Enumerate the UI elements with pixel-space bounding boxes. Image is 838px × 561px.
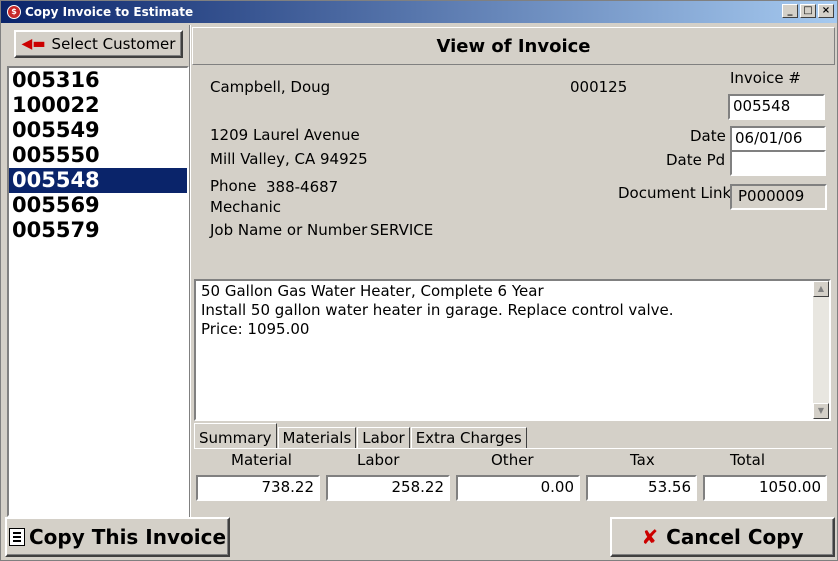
- arrow-left-icon: ◀▬: [21, 36, 46, 52]
- tab-extra-charges[interactable]: Extra Charges: [410, 427, 527, 449]
- grand-total-field[interactable]: 1050.00: [703, 475, 827, 501]
- tab-labor[interactable]: Labor: [357, 427, 410, 449]
- panel-divider: [189, 25, 191, 517]
- customer-number: 000125: [570, 78, 628, 96]
- page-title: View of Invoice: [436, 35, 591, 57]
- scroll-down-icon[interactable]: ▼: [813, 403, 829, 419]
- memo-line: 50 Gallon Gas Water Heater, Complete 6 Y…: [201, 282, 544, 300]
- memo-scrollbar[interactable]: ▲ ▼: [813, 281, 829, 419]
- memo-line: Install 50 gallon water heater in garage…: [201, 301, 674, 319]
- tab-materials[interactable]: Materials: [277, 427, 357, 449]
- customer-name: Campbell, Doug: [210, 78, 331, 96]
- address-line1: 1209 Laurel Avenue: [210, 126, 360, 144]
- labor-total-field[interactable]: 258.22: [326, 475, 450, 501]
- job-value: SERVICE: [370, 221, 434, 239]
- memo-line: Price: 1095.00: [201, 320, 310, 338]
- tax-total-field[interactable]: 53.56: [586, 475, 697, 501]
- tax-label: Tax: [630, 451, 655, 469]
- copy-document-icon: [8, 528, 25, 546]
- date-paid-field[interactable]: [730, 150, 826, 176]
- invoice-list-item[interactable]: 005579: [9, 218, 187, 243]
- app-icon: $: [7, 5, 21, 19]
- address-line2: Mill Valley, CA 94925: [210, 150, 368, 168]
- detail-tabs: Summary Materials Labor Extra Charges: [194, 423, 528, 449]
- cancel-copy-label: Cancel Copy: [666, 525, 804, 549]
- other-label: Other: [491, 451, 534, 469]
- other-total-field[interactable]: 0.00: [456, 475, 580, 501]
- invoice-number-field[interactable]: 005548: [728, 94, 825, 120]
- phone-label: Phone: [210, 177, 257, 195]
- date-field[interactable]: 06/01/06: [730, 126, 826, 152]
- scroll-up-icon[interactable]: ▲: [813, 281, 829, 297]
- select-customer-label: Select Customer: [51, 35, 176, 53]
- copy-invoice-window: $ Copy Invoice to Estimate _ □ × ◀▬ Sele…: [0, 0, 838, 561]
- title-bar: $ Copy Invoice to Estimate _ □ ×: [1, 1, 837, 23]
- date-label: Date: [690, 127, 726, 145]
- cancel-copy-button[interactable]: ✘ Cancel Copy: [610, 517, 835, 557]
- invoice-list[interactable]: 005316 100022 005549 005550 005548 00556…: [7, 66, 189, 517]
- document-link-field[interactable]: P000009: [730, 184, 827, 210]
- date-paid-label: Date Pd: [666, 151, 726, 169]
- material-label: Material: [231, 451, 292, 469]
- invoice-number-label: Invoice #: [730, 69, 801, 87]
- phone-value: 388-4687: [266, 178, 339, 196]
- window-title: Copy Invoice to Estimate: [25, 5, 194, 19]
- invoice-list-item[interactable]: 100022: [9, 93, 187, 118]
- invoice-list-item[interactable]: 005549: [9, 118, 187, 143]
- tab-divider: [194, 448, 832, 449]
- occupation: Mechanic: [210, 198, 282, 216]
- copy-invoice-button[interactable]: Copy This Invoice: [5, 517, 230, 557]
- select-customer-button[interactable]: ◀▬ Select Customer: [14, 30, 183, 58]
- minimize-button[interactable]: _: [782, 4, 798, 18]
- document-link-label: Document Link: [618, 184, 732, 202]
- invoice-list-item[interactable]: 005316: [9, 68, 187, 93]
- window-controls: _ □ ×: [782, 4, 834, 18]
- tab-summary[interactable]: Summary: [194, 423, 277, 449]
- invoice-memo[interactable]: 50 Gallon Gas Water Heater, Complete 6 Y…: [194, 279, 831, 421]
- labor-label: Labor: [357, 451, 400, 469]
- invoice-list-item[interactable]: 005550: [9, 143, 187, 168]
- cancel-x-icon: ✘: [641, 525, 659, 549]
- invoice-list-item-selected[interactable]: 005548: [9, 168, 187, 193]
- copy-invoice-label: Copy This Invoice: [28, 525, 227, 549]
- total-label: Total: [730, 451, 766, 469]
- invoice-list-item[interactable]: 005569: [9, 193, 187, 218]
- job-label: Job Name or Number: [210, 221, 368, 239]
- maximize-button[interactable]: □: [800, 4, 816, 18]
- close-button[interactable]: ×: [818, 4, 834, 18]
- view-header: View of Invoice: [192, 27, 835, 65]
- material-total-field[interactable]: 738.22: [196, 475, 320, 501]
